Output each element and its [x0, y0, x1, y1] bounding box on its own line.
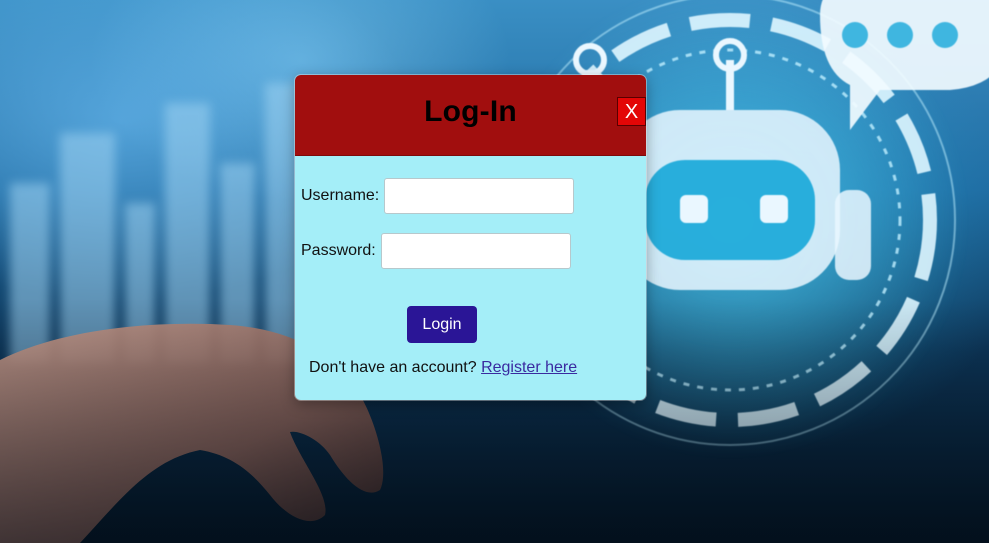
modal-title: Log-In — [424, 95, 517, 128]
modal-header: Log-In X — [295, 75, 646, 156]
login-modal: Log-In X Username: Password: Login Don't… — [295, 75, 646, 400]
username-row: Username: — [301, 178, 575, 214]
password-input[interactable] — [380, 233, 571, 269]
register-link[interactable]: Register here — [481, 359, 577, 376]
password-row: Password: — [301, 233, 571, 269]
password-label: Password: — [301, 242, 376, 259]
register-prompt: Don't have an account? — [309, 359, 482, 376]
username-input[interactable] — [384, 178, 575, 214]
login-button[interactable]: Login — [407, 306, 477, 343]
close-button[interactable]: X — [617, 97, 646, 126]
username-label: Username: — [301, 187, 380, 204]
register-row: Don't have an account? Register here — [309, 359, 577, 377]
